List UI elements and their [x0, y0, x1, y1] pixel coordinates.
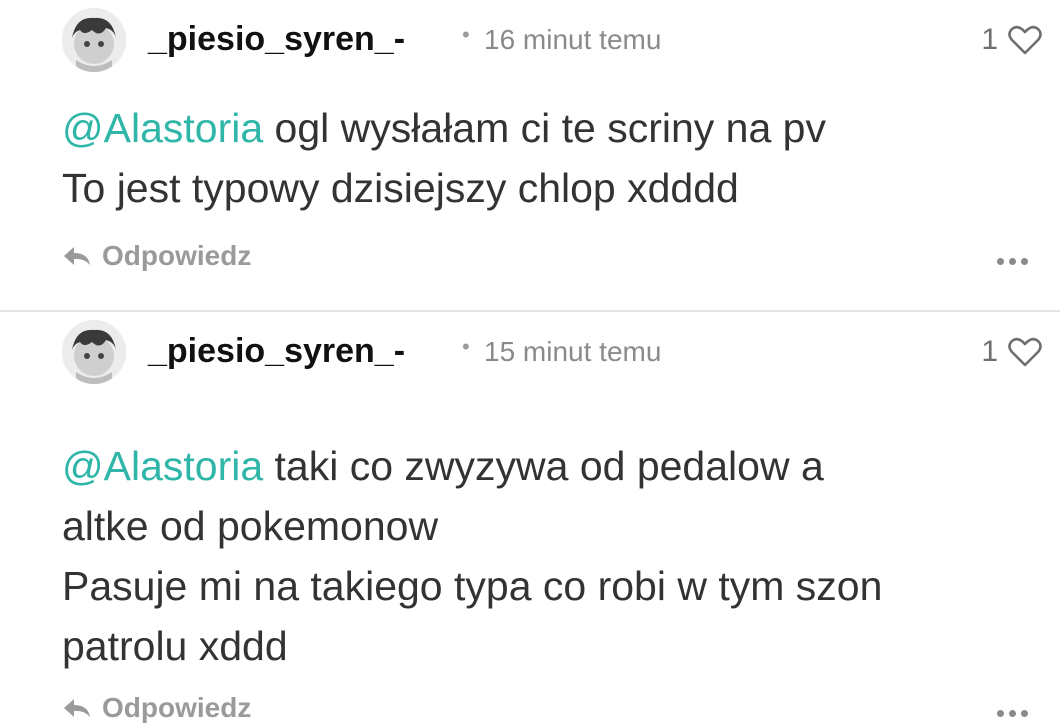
comment-line: ogl wysłałam ci te scriny na pv: [263, 105, 826, 151]
like-count: 1: [981, 23, 998, 56]
like-count: 1: [981, 335, 998, 368]
heart-outline-icon[interactable]: [1008, 337, 1042, 367]
user-mention[interactable]: @Alastoria: [62, 443, 263, 489]
comment-text: @Alastoria ogl wysłałam ci te scriny na …: [62, 98, 1042, 218]
separator-dot: •: [462, 334, 470, 359]
user-mention[interactable]: @Alastoria: [62, 105, 263, 151]
comment-line: taki co zwyzywa od pedalow a: [263, 443, 824, 489]
more-dots-icon[interactable]: [997, 710, 1028, 717]
comment-header: _piesio_syren_- • 16 minut temu 1: [62, 8, 1042, 72]
avatar[interactable]: [62, 8, 126, 72]
more-dots-icon[interactable]: [997, 258, 1028, 265]
comment-text: @Alastoria taki co zwyzywa od pedalow a …: [62, 436, 1042, 676]
comment-username[interactable]: _piesio_syren_-: [148, 20, 405, 59]
like-group[interactable]: 1: [981, 20, 1042, 60]
comment-line: To jest typowy dzisiejszy chlop xdddd: [62, 165, 739, 211]
reply-button[interactable]: Odpowiedz: [62, 692, 251, 724]
comment-item: _piesio_syren_- • 15 minut temu 1 @Alast…: [0, 312, 1060, 726]
comment-username[interactable]: _piesio_syren_-: [148, 332, 405, 371]
reply-arrow-icon: [62, 245, 92, 267]
like-group[interactable]: 1: [981, 332, 1042, 372]
comment-item: _piesio_syren_- • 16 minut temu 1 @Alast…: [0, 0, 1060, 310]
avatar[interactable]: [62, 320, 126, 384]
separator-dot: •: [462, 22, 470, 47]
comment-timestamp: 15 minut temu: [484, 336, 662, 367]
comment-header: _piesio_syren_- • 15 minut temu 1: [62, 320, 1042, 384]
comment-timestamp: 16 minut temu: [484, 24, 662, 55]
reply-button[interactable]: Odpowiedz: [62, 240, 251, 272]
reply-arrow-icon: [62, 697, 92, 719]
reply-label: Odpowiedz: [102, 240, 252, 271]
comment-line: Pasuje mi na takiego typa co robi w tym …: [62, 563, 883, 609]
heart-outline-icon[interactable]: [1008, 25, 1042, 55]
reply-label: Odpowiedz: [102, 692, 252, 723]
comment-line: altke od pokemonow: [62, 503, 439, 549]
comment-line: patrolu xddd: [62, 623, 288, 669]
